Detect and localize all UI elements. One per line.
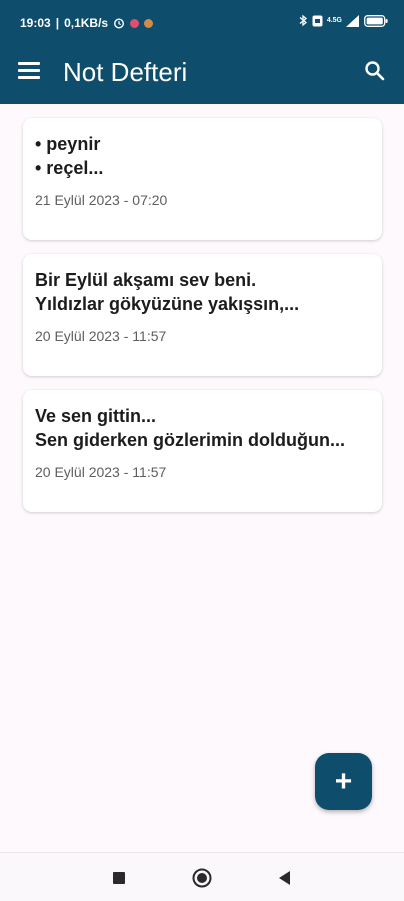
notification-icon (144, 18, 154, 28)
status-time: 19:03 (20, 16, 51, 30)
system-nav-bar (0, 852, 404, 901)
note-line: Yıldızlar gökyüzüne yakışsın,... (35, 294, 300, 314)
sim-icon (312, 15, 323, 26)
back-triangle-icon (279, 871, 290, 885)
notification-icon (130, 18, 140, 28)
note-card[interactable]: Bir Eylül akşamı sev beni. Yıldızlar gök… (23, 254, 382, 376)
search-icon (365, 61, 385, 81)
home-circle-icon (192, 868, 212, 888)
network-type: 4.5G (326, 17, 342, 24)
note-line: • reçel... (35, 158, 104, 178)
note-date: 21 Eylül 2023 - 07:20 (35, 192, 168, 208)
note-line: Ve sen gittin... (35, 406, 157, 426)
status-speed: 0,1KB/s (64, 16, 109, 30)
signal-icon (346, 14, 359, 27)
status-separator: | (55, 16, 60, 30)
add-note-button[interactable]: + (315, 753, 372, 810)
note-date: 20 Eylül 2023 - 11:57 (35, 464, 167, 480)
note-line: Bir Eylül akşamı sev beni. (35, 270, 257, 290)
home-button[interactable] (190, 866, 214, 890)
note-line: Sen giderken gözlerimin dolduğun... (35, 430, 346, 450)
toolbar: Not Defteri (0, 44, 404, 104)
menu-button[interactable] (18, 62, 40, 82)
alarm-icon (114, 18, 125, 29)
note-card[interactable]: • peynir • reçel... 21 Eylül 2023 - 07:2… (23, 118, 382, 240)
note-date: 20 Eylül 2023 - 11:57 (35, 328, 167, 344)
app-bar: 19:03 | 0,1KB/s 4.5G Not Defteri (0, 0, 404, 104)
back-button[interactable] (273, 866, 297, 890)
status-bar: 19:03 | 0,1KB/s 4.5G (0, 0, 404, 44)
square-icon (113, 872, 125, 884)
menu-icon (18, 62, 40, 65)
search-button[interactable] (362, 58, 388, 84)
note-line: • peynir (35, 134, 101, 154)
note-list: • peynir • reçel... 21 Eylül 2023 - 07:2… (23, 118, 382, 526)
note-card[interactable]: Ve sen gittin... Sen giderken gözlerimin… (23, 390, 382, 512)
battery-icon (364, 14, 388, 27)
page-title: Not Defteri (63, 57, 188, 87)
plus-icon: + (334, 764, 353, 798)
bluetooth-icon (299, 14, 307, 27)
recents-button[interactable] (107, 866, 131, 890)
